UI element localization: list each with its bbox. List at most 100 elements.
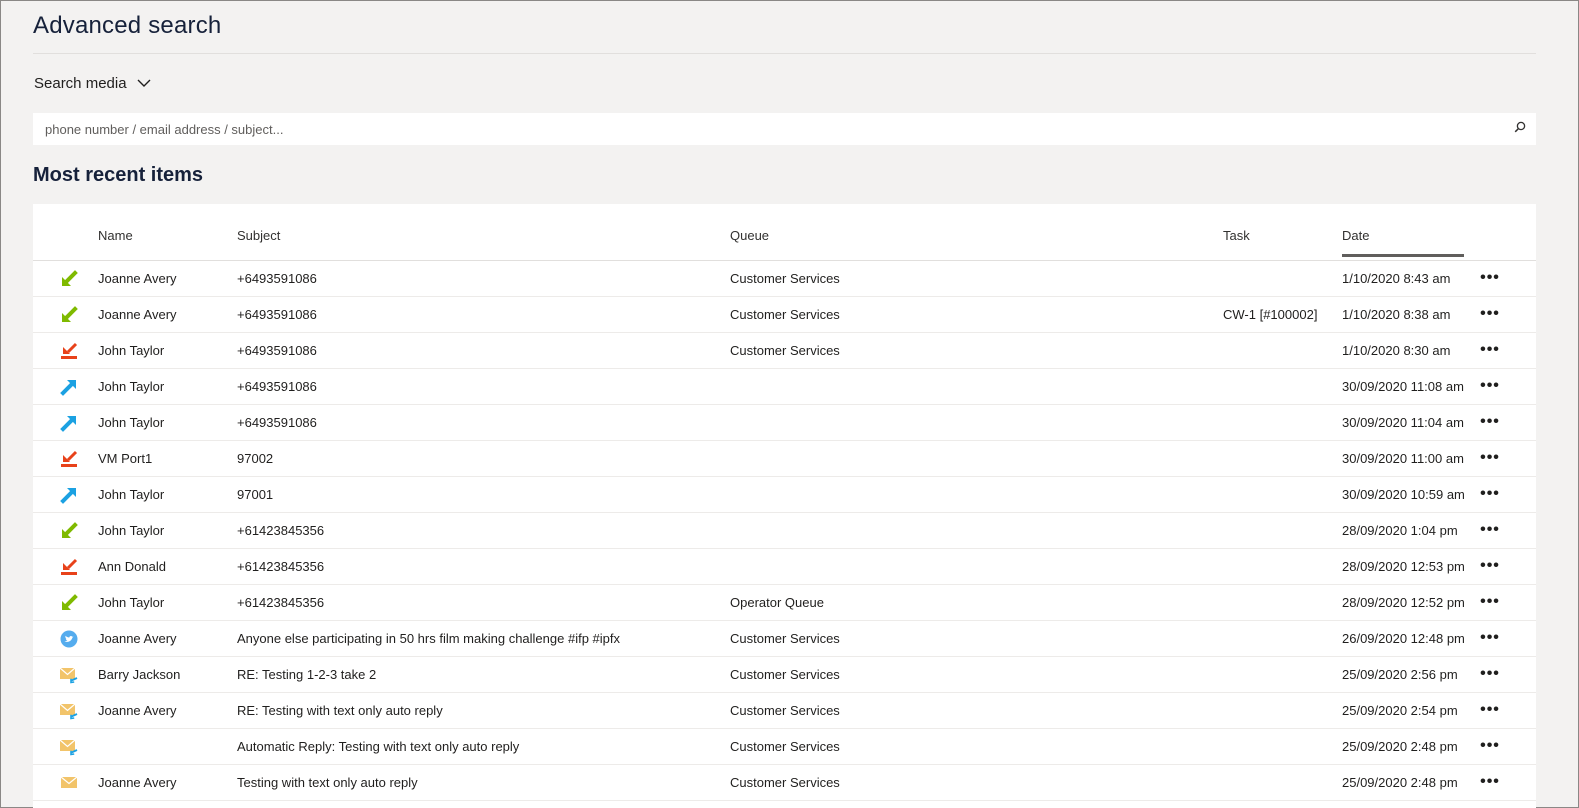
more-options-button[interactable]: ••• xyxy=(1479,484,1501,504)
table-row[interactable]: John Taylor +6493591086 30/09/2020 11:04 a… xyxy=(33,405,1536,441)
cell-name: Barry Jackson xyxy=(98,667,181,682)
title-divider xyxy=(33,53,1536,54)
more-options-button[interactable]: ••• xyxy=(1479,520,1501,540)
search-box xyxy=(33,113,1536,145)
more-options-button[interactable]: ••• xyxy=(1479,268,1501,288)
table-row[interactable]: VM Port1 97002 30/09/2020 11:00 am ••• xyxy=(33,441,1536,477)
cell-subject: +6493591086 xyxy=(237,379,317,394)
email-reply-icon xyxy=(59,737,79,757)
call-inbound-missed-icon xyxy=(59,449,79,469)
cell-queue: Operator Queue xyxy=(730,595,824,610)
more-options-button[interactable]: ••• xyxy=(1479,664,1501,684)
cell-date: 26/09/2020 12:48 pm xyxy=(1342,631,1465,646)
cell-subject: +6493591086 xyxy=(237,307,317,322)
more-options-button[interactable]: ••• xyxy=(1479,376,1501,396)
sort-indicator xyxy=(1342,254,1464,257)
email-reply-icon xyxy=(59,665,79,685)
more-options-button[interactable]: ••• xyxy=(1479,772,1501,792)
cell-name: Ann Donald xyxy=(98,559,166,574)
cell-queue: Customer Services xyxy=(730,667,840,682)
cell-subject: Anyone else participating in 50 hrs film… xyxy=(237,631,620,646)
cell-name: Joanne Avery xyxy=(98,307,177,322)
table-row[interactable]: Ann Donald +61423845356 28/09/2020 12:53 p… xyxy=(33,549,1536,585)
more-options-button[interactable]: ••• xyxy=(1479,340,1501,360)
cell-date: 25/09/2020 2:54 pm xyxy=(1342,703,1458,718)
cell-name: John Taylor xyxy=(98,379,165,394)
cell-subject: +6493591086 xyxy=(237,271,317,286)
call-outbound-icon xyxy=(59,413,79,433)
more-options-button[interactable]: ••• xyxy=(1479,736,1501,756)
chevron-down-icon xyxy=(137,75,151,92)
table-row[interactable]: John Taylor 97001 30/09/2020 10:59 am ••• xyxy=(33,477,1536,513)
cell-date: 28/09/2020 12:52 pm xyxy=(1342,595,1465,610)
more-options-button[interactable]: ••• xyxy=(1479,700,1501,720)
column-header-subject[interactable]: Subject xyxy=(237,228,280,243)
call-inbound-missed-icon xyxy=(59,557,79,577)
more-options-button[interactable]: ••• xyxy=(1479,628,1501,648)
cell-subject: RE: Testing 1-2-3 take 2 xyxy=(237,667,377,682)
table-row[interactable]: Joanne Avery RE: Testing with text only a… xyxy=(33,693,1536,729)
cell-date: 1/10/2020 8:38 am xyxy=(1342,307,1451,322)
email-icon xyxy=(59,773,79,793)
cell-date: 1/10/2020 8:43 am xyxy=(1342,271,1451,286)
more-options-button[interactable]: ••• xyxy=(1479,304,1501,324)
table-row[interactable]: Joanne Avery +6493591086 Customer Services… xyxy=(33,297,1536,333)
search-button[interactable] xyxy=(1504,113,1536,145)
cell-name: Joanne Avery xyxy=(98,631,177,646)
call-inbound-answered-icon xyxy=(59,305,79,325)
search-input[interactable] xyxy=(33,114,1504,144)
cell-queue: Customer Services xyxy=(730,307,840,322)
more-options-button[interactable]: ••• xyxy=(1479,592,1501,612)
column-header-date[interactable]: Date xyxy=(1342,228,1369,243)
cell-queue: Customer Services xyxy=(730,271,840,286)
cell-name: John Taylor xyxy=(98,343,165,358)
cell-subject: Automatic Reply: Testing with text only … xyxy=(237,739,520,754)
call-inbound-answered-icon xyxy=(59,593,79,613)
table-row[interactable]: John Taylor +61423845356 28/09/2020 1:04 p… xyxy=(33,513,1536,549)
table-row[interactable]: Joanne Avery Testing with text only auto … xyxy=(33,765,1536,801)
call-inbound-answered-icon xyxy=(59,269,79,289)
cell-queue: Customer Services xyxy=(730,631,840,646)
cell-name: Joanne Avery xyxy=(98,703,177,718)
page-title: Advanced search xyxy=(33,12,222,39)
section-title: Most recent items xyxy=(33,164,204,186)
call-outbound-icon xyxy=(59,485,79,505)
table-row[interactable]: Automatic Reply: Testing with text only … xyxy=(33,729,1536,765)
table-row[interactable]: John Taylor +6493591086 Customer Services 1… xyxy=(33,333,1536,369)
more-options-button[interactable]: ••• xyxy=(1479,556,1501,576)
search-media-dropdown[interactable]: Search media xyxy=(34,75,151,92)
cell-name: Joanne Avery xyxy=(98,775,177,790)
column-header-name[interactable]: Name xyxy=(98,228,133,243)
more-options-button[interactable]: ••• xyxy=(1479,448,1501,468)
column-header-task[interactable]: Task xyxy=(1223,228,1250,243)
cell-task: CW-1 [#100002] xyxy=(1223,307,1318,322)
cell-subject: +61423845356 xyxy=(237,595,325,610)
call-outbound-icon xyxy=(59,377,79,397)
cell-subject: +61423845356 xyxy=(237,559,325,574)
cell-date: 30/09/2020 11:04 am xyxy=(1342,415,1464,430)
cell-name: John Taylor xyxy=(98,595,165,610)
cell-date: 30/09/2020 10:59 am xyxy=(1342,487,1465,502)
call-inbound-missed-icon xyxy=(59,341,79,361)
email-reply-icon xyxy=(59,701,79,721)
cell-name: John Taylor xyxy=(98,487,165,502)
cell-name: Joanne Avery xyxy=(98,271,177,286)
call-inbound-answered-icon xyxy=(59,521,79,541)
table-row[interactable]: Barry Jackson RE: Testing 1-2-3 take 2 Cus… xyxy=(33,657,1536,693)
cell-queue: Customer Services xyxy=(730,739,840,754)
table-row[interactable]: John Taylor +61423845356 Operator Queue 28/… xyxy=(33,585,1536,621)
cell-name: John Taylor xyxy=(98,415,165,430)
cell-subject: +6493591086 xyxy=(237,415,317,430)
table-row[interactable]: Joanne Avery +6493591086 Customer Services… xyxy=(33,261,1536,297)
table-header: Name Subject Queue Task Date xyxy=(33,204,1536,261)
cell-queue: Customer Services xyxy=(730,775,840,790)
more-options-button[interactable]: ••• xyxy=(1479,412,1501,432)
cell-subject: RE: Testing with text only auto reply xyxy=(237,703,443,718)
cell-subject: Testing with text only auto reply xyxy=(237,775,418,790)
table-row[interactable]: Joanne Avery Anyone else participating in… xyxy=(33,621,1536,657)
column-header-queue[interactable]: Queue xyxy=(730,228,769,243)
cell-subject: +6493591086 xyxy=(237,343,317,358)
cell-name: John Taylor xyxy=(98,523,165,538)
table-row[interactable]: John Taylor +6493591086 30/09/2020 11:08 a… xyxy=(33,369,1536,405)
cell-queue: Customer Services xyxy=(730,343,840,358)
